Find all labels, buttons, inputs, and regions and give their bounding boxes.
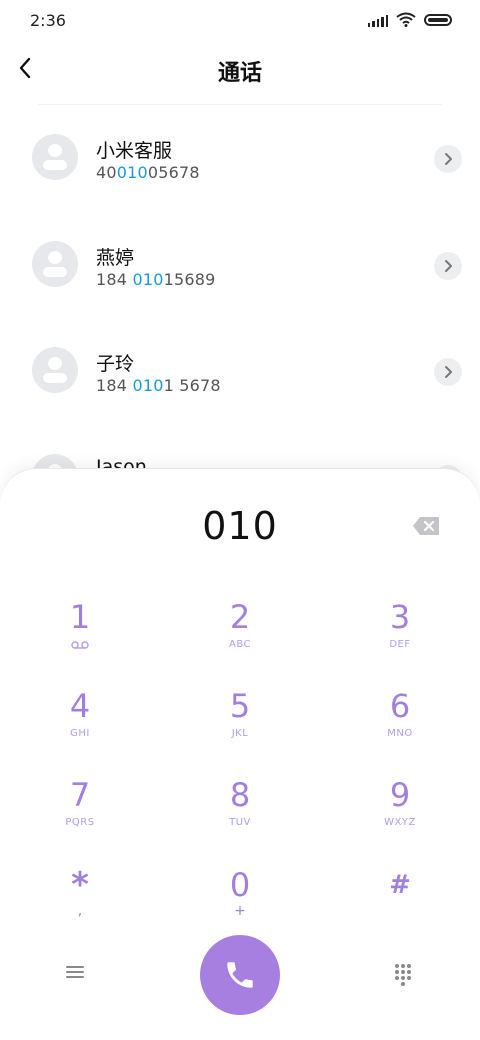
contact-item[interactable]: 小米客服 4001005678	[0, 106, 480, 206]
key-6[interactable]: 6 MNO	[340, 688, 460, 768]
contact-number: 184 0101 5678	[96, 376, 221, 395]
dialpad-icon	[395, 964, 411, 986]
header-divider	[38, 104, 442, 105]
contact-name: 燕婷	[96, 247, 135, 269]
contact-number: 4001005678	[96, 163, 200, 182]
wifi-icon	[396, 12, 416, 27]
chevron-right-icon	[445, 260, 452, 272]
number-match: 010	[116, 163, 148, 182]
voicemail-icon	[71, 641, 89, 649]
backspace-button[interactable]	[412, 516, 442, 538]
chevron-right-icon	[445, 153, 452, 165]
contact-detail-button[interactable]	[434, 145, 462, 173]
page-title: 通话	[217, 61, 262, 86]
status-icons	[367, 12, 452, 27]
key-4[interactable]: 4 GHI	[20, 688, 140, 768]
key-3[interactable]: 3 DEF	[340, 599, 460, 679]
keypad-toggle-button[interactable]	[390, 961, 416, 987]
contact-detail-button[interactable]	[434, 252, 462, 280]
backspace-icon	[413, 517, 439, 535]
key-9[interactable]: 9 WXYZ	[340, 777, 460, 857]
status-bar: 2:36	[0, 0, 480, 40]
key-hash[interactable]: #	[340, 867, 460, 947]
key-star[interactable]: * ,	[20, 867, 140, 947]
contact-name: 子玲	[96, 353, 135, 375]
key-1[interactable]: 1	[20, 599, 140, 679]
menu-icon	[66, 966, 84, 978]
avatar	[32, 347, 78, 393]
key-2[interactable]: 2 ABC	[180, 599, 300, 679]
key-8[interactable]: 8 TUV	[180, 777, 300, 857]
key-7[interactable]: 7 PQRS	[20, 777, 140, 857]
contact-item[interactable]: 子玲 184 0101 5678	[0, 319, 480, 419]
signal-icon	[367, 13, 388, 27]
menu-button[interactable]	[64, 963, 92, 987]
key-5[interactable]: 5 JKL	[180, 688, 300, 768]
number-match: 010	[132, 376, 164, 395]
dial-input-display[interactable]: 010	[0, 504, 480, 548]
battery-icon	[424, 13, 452, 26]
dial-panel: 010 1 2 ABC 3 DEF 4 GHI 5 JKL 6 MNO 7 PQ…	[0, 469, 480, 1040]
contact-name: 小米客服	[96, 140, 173, 162]
avatar	[32, 134, 78, 180]
contact-detail-button[interactable]	[434, 358, 462, 386]
chevron-right-icon	[445, 366, 452, 378]
status-time: 2:36	[30, 11, 66, 30]
header: 通话	[0, 40, 480, 100]
number-match: 010	[132, 270, 164, 289]
contact-number: 184 01015689	[96, 270, 216, 289]
call-button[interactable]	[200, 935, 280, 1015]
avatar	[32, 241, 78, 287]
phone-icon	[227, 962, 253, 988]
contact-item[interactable]: 燕婷 184 01015689	[0, 213, 480, 313]
